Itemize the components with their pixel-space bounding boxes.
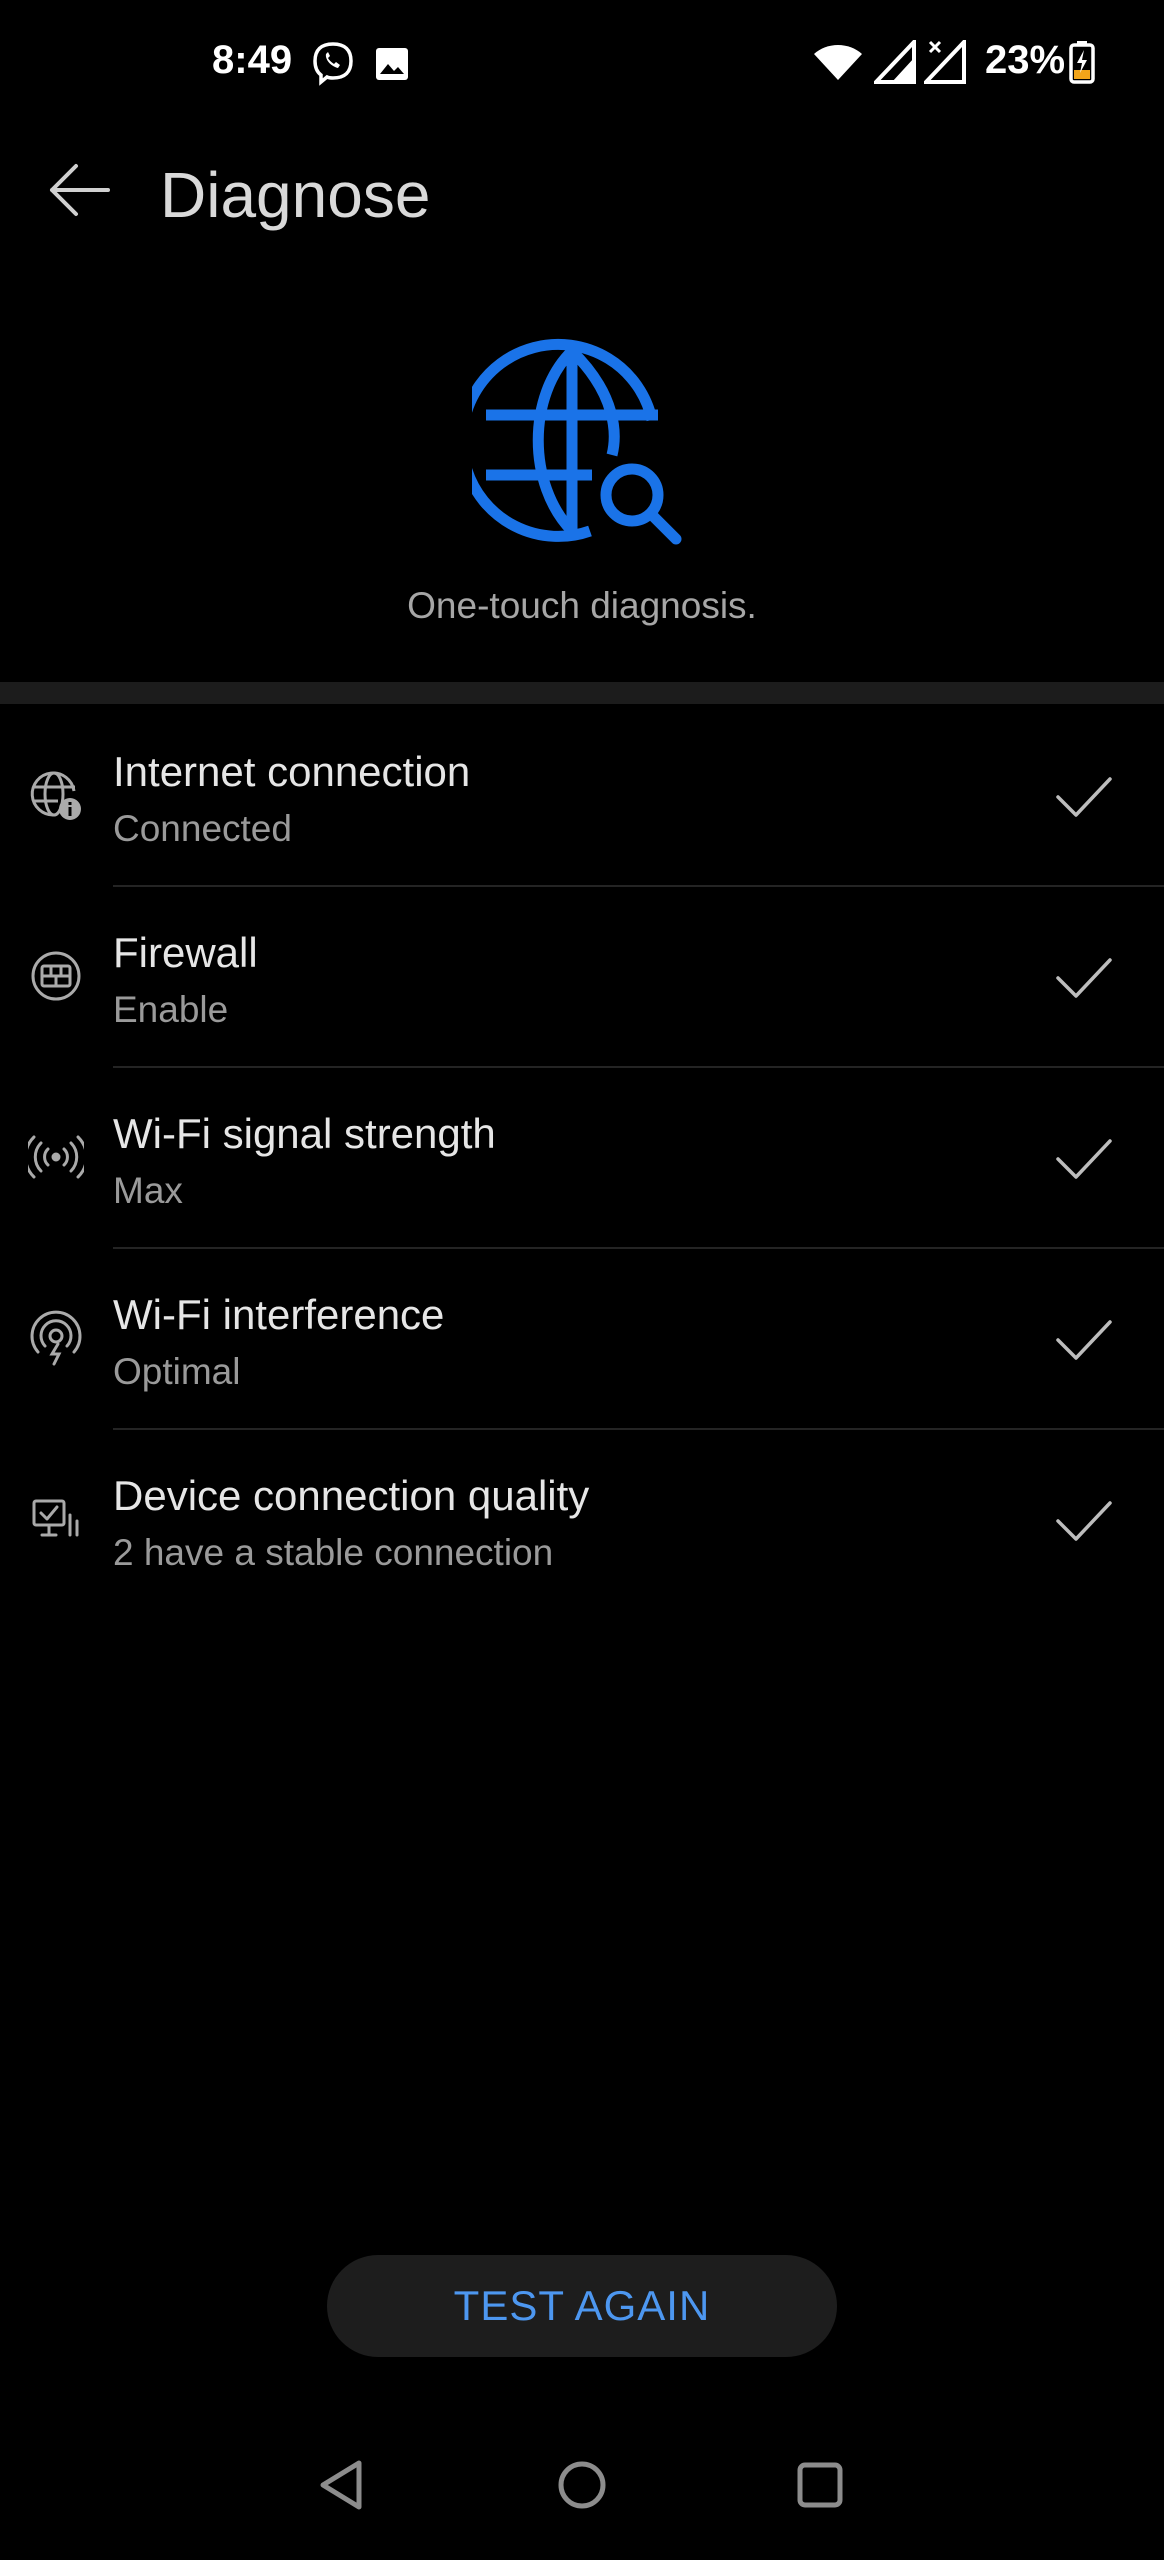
battery-charging-icon xyxy=(1069,41,1095,84)
check-icon xyxy=(1056,958,1112,998)
firewall-icon xyxy=(31,951,81,1001)
recents-square-icon[interactable] xyxy=(780,2445,860,2525)
hero-caption: One-touch diagnosis. xyxy=(407,585,757,626)
item-title: Wi-Fi interference xyxy=(113,1291,445,1338)
wifi-icon xyxy=(814,45,862,80)
device-quality-icon xyxy=(32,1499,79,1537)
gallery-icon xyxy=(376,48,408,80)
item-title: Firewall xyxy=(113,929,258,976)
globe-info-icon xyxy=(30,771,81,820)
item-status: 2 have a stable connection xyxy=(113,1532,554,1573)
home-circle-icon[interactable] xyxy=(542,2445,622,2525)
item-status: Enable xyxy=(113,989,229,1030)
check-icon xyxy=(1056,777,1112,817)
back-button[interactable] xyxy=(40,150,120,230)
wifi-interference-icon xyxy=(30,1310,82,1366)
item-title: Wi-Fi signal strength xyxy=(113,1110,496,1157)
item-status: Optimal xyxy=(113,1351,241,1392)
item-status: Max xyxy=(113,1170,183,1211)
wifi-signal-icon xyxy=(28,1135,84,1179)
globe-search-icon xyxy=(472,338,682,545)
back-triangle-icon[interactable] xyxy=(303,2445,383,2525)
check-icon xyxy=(1056,1320,1112,1360)
list-item-firewall[interactable] xyxy=(0,887,1164,1068)
list-item-wifi-interference[interactable] xyxy=(0,1249,1164,1430)
list-item-internet-connection[interactable] xyxy=(0,706,1164,887)
viber-icon xyxy=(313,42,353,86)
test-again-button[interactable]: TEST AGAIN xyxy=(327,2255,837,2357)
page-title: Diagnose xyxy=(160,159,431,231)
signal-no-sim-icon xyxy=(924,40,966,84)
section-divider xyxy=(0,682,1164,704)
item-title: Internet connection xyxy=(113,748,471,795)
check-icon xyxy=(1056,1501,1112,1541)
status-time: 8:49 xyxy=(212,38,293,82)
item-title: Device connection quality xyxy=(113,1472,590,1519)
signal-icon xyxy=(874,40,916,84)
check-icon xyxy=(1056,1139,1112,1179)
item-status: Connected xyxy=(113,808,292,849)
list-item-wifi-signal-strength[interactable] xyxy=(0,1068,1164,1249)
list-item-device-connection-quality[interactable] xyxy=(0,1430,1164,1611)
battery-percent: 23% xyxy=(985,38,1066,82)
